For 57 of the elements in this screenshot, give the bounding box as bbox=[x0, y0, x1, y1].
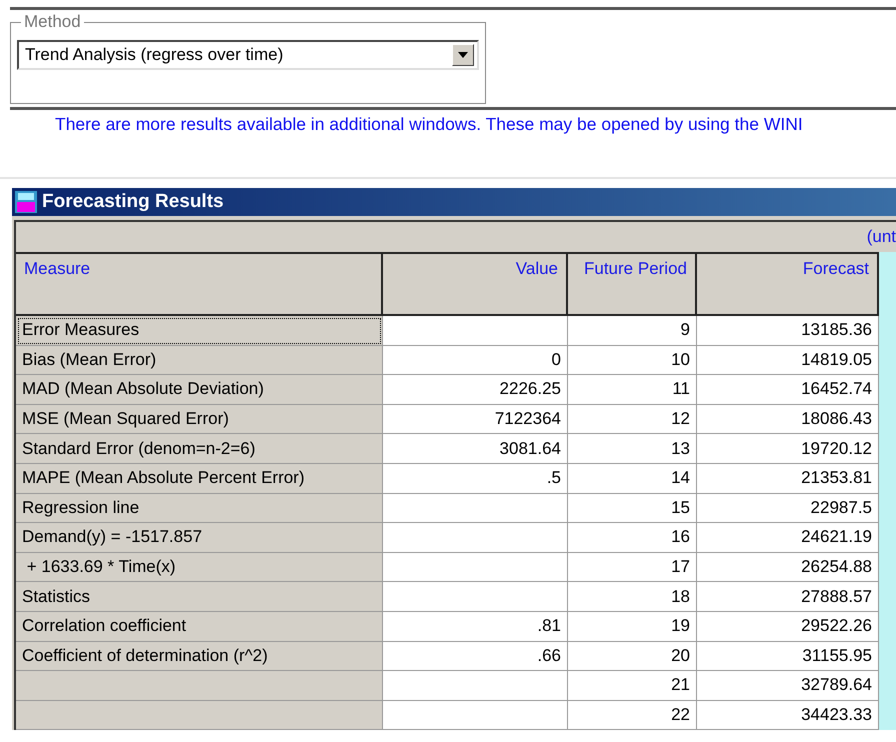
table-cell: 29522.26 bbox=[697, 612, 879, 642]
table-cell: MAPE (Mean Absolute Percent Error) bbox=[16, 464, 383, 494]
table-cell: 32789.64 bbox=[697, 671, 879, 701]
table-cell: 19720.12 bbox=[697, 434, 879, 464]
table-cell: 24621.19 bbox=[697, 523, 879, 553]
column-header: Value bbox=[383, 252, 568, 316]
table-cell: 11 bbox=[568, 375, 697, 405]
table-cell: .66 bbox=[383, 642, 568, 672]
table-cell: 34423.33 bbox=[697, 700, 879, 730]
column-header: Forecast bbox=[697, 252, 879, 316]
table-cell: 3081.64 bbox=[383, 434, 568, 464]
column-header: Measure bbox=[16, 252, 383, 316]
table-cell: Standard Error (denom=n-2=6) bbox=[16, 434, 383, 464]
table-cell: Correlation coefficient bbox=[16, 612, 383, 642]
table-cell: 18086.43 bbox=[697, 404, 879, 434]
table-cell: 13 bbox=[568, 434, 697, 464]
table-cell: 20 bbox=[568, 642, 697, 672]
app-logo-icon bbox=[14, 190, 38, 214]
table-cell: Coefficient of determination (r^2) bbox=[16, 642, 383, 672]
table-cell: 9 bbox=[568, 316, 697, 346]
table-cell: Statistics bbox=[16, 582, 383, 612]
table-cell: 21353.81 bbox=[697, 464, 879, 494]
table-cell: .5 bbox=[383, 464, 568, 494]
table-cell: 0 bbox=[383, 346, 568, 376]
notice-text: There are more results available in additional windows. These may be opened by using the WINI bbox=[55, 114, 804, 135]
table-cell: 14 bbox=[568, 464, 697, 494]
table-cell: 16 bbox=[568, 523, 697, 553]
table-cell: 12 bbox=[568, 404, 697, 434]
table-cell: Regression line bbox=[16, 494, 383, 524]
table-cell: 14819.05 bbox=[697, 346, 879, 376]
table-cell: MSE (Mean Squared Error) bbox=[16, 404, 383, 434]
table-cell: MAD (Mean Absolute Deviation) bbox=[16, 375, 383, 405]
table-cell: 22987.5 bbox=[697, 494, 879, 524]
table-cell: 26254.88 bbox=[697, 552, 879, 582]
table-cell: 15 bbox=[568, 494, 697, 524]
table-cell: Demand(y) = -1517.857 bbox=[16, 523, 383, 553]
table-cell: 19 bbox=[568, 612, 697, 642]
table-cell: 7122364 bbox=[383, 404, 568, 434]
dropdown-arrow-icon bbox=[458, 52, 468, 58]
title-bar: Forecasting Results bbox=[12, 188, 896, 216]
table-cell: 16452.74 bbox=[697, 375, 879, 405]
table-cell: 27888.57 bbox=[697, 582, 879, 612]
band-text: (unt bbox=[866, 227, 896, 247]
column-header: Future Period bbox=[568, 252, 697, 316]
table-cell: 22 bbox=[568, 700, 697, 730]
table-cell: 13185.36 bbox=[697, 316, 879, 346]
method-dropdown[interactable]: Trend Analysis (regress over time) bbox=[17, 40, 479, 70]
table-cell: 10 bbox=[568, 346, 697, 376]
table-cell: Error Measures bbox=[16, 316, 383, 346]
table-cell: + 1633.69 * Time(x) bbox=[16, 552, 383, 582]
table-cell: 21 bbox=[568, 671, 697, 701]
table-cell: 17 bbox=[568, 552, 697, 582]
table-cell: 18 bbox=[568, 582, 697, 612]
table-cell: 2226.25 bbox=[383, 375, 568, 405]
table-cell: Bias (Mean Error) bbox=[16, 346, 383, 376]
table-cell: .81 bbox=[383, 612, 568, 642]
table-cell: 31155.95 bbox=[697, 642, 879, 672]
